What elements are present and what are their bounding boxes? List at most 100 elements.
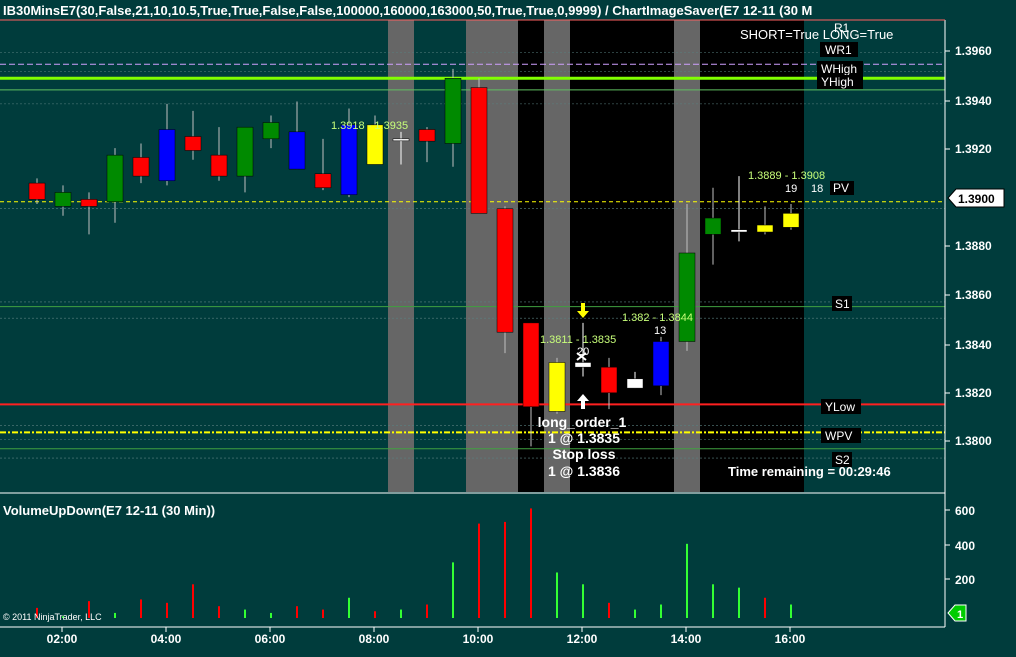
- copyright: © 2011 NinjaTrader, LLC: [3, 612, 102, 622]
- candle-body: [106, 154, 124, 202]
- candle-body: [132, 157, 150, 177]
- volume-bar: [348, 597, 350, 618]
- level-label-yhigh: YHigh: [821, 75, 854, 89]
- time-label: 08:00: [359, 632, 390, 646]
- volume-bar: [608, 602, 610, 618]
- candle-body: [184, 136, 202, 151]
- volume-bar: [556, 572, 558, 618]
- volume-bar: [478, 523, 480, 618]
- level-label-whigh: WHigh: [821, 62, 857, 76]
- price-label: 1.3820: [955, 386, 992, 400]
- volume-bar: [634, 609, 636, 618]
- candle-body: [678, 252, 696, 342]
- candle-body: [340, 124, 358, 195]
- volume-bar: [244, 609, 246, 618]
- volume-bar: [686, 543, 688, 618]
- time-label: 14:00: [671, 632, 702, 646]
- annotation-count-2: 13: [654, 325, 666, 337]
- annotation-range-4: 1.3889 - 1.3908: [748, 170, 825, 182]
- volume-bar: [426, 604, 428, 618]
- candle-body: [470, 87, 488, 214]
- candle-body: [548, 362, 566, 412]
- volume-bar: [218, 606, 220, 618]
- candle-body: [262, 122, 280, 140]
- volume-bar: [114, 612, 116, 618]
- volume-bar: [764, 597, 766, 618]
- candle-body: [210, 154, 228, 177]
- candle-body: [496, 208, 514, 333]
- level-label-wpv: WPV: [825, 429, 852, 443]
- current-price-label: 1.3900: [958, 192, 995, 206]
- time-label: 02:00: [47, 632, 78, 646]
- volume-bar: [452, 562, 454, 618]
- candle-body: [54, 192, 72, 207]
- chart-header-title: IB30MinsE7(30,False,21,10,10.5,True,True…: [3, 3, 812, 18]
- level-label-s1: S1: [835, 297, 850, 311]
- svg-text:1: 1: [957, 609, 963, 621]
- volume-bar: [738, 587, 740, 618]
- candle-body: [288, 131, 306, 170]
- candle-body: [574, 362, 592, 368]
- price-label: 1.3840: [955, 338, 992, 352]
- time-label: 16:00: [775, 632, 806, 646]
- volume-bar: [270, 612, 272, 618]
- price-label: 1.3800: [955, 434, 992, 448]
- level-label-ylow: YLow: [825, 400, 855, 414]
- volume-panel-title: VolumeUpDown(E7 12-11 (30 Min)): [3, 503, 215, 518]
- time-label: 06:00: [255, 632, 286, 646]
- volume-bar: [140, 599, 142, 618]
- time-band-1: [388, 20, 414, 492]
- price-label: 1.3880: [955, 239, 992, 253]
- time-label: 10:00: [463, 632, 494, 646]
- volume-bar: [504, 521, 506, 618]
- candle-body: [600, 366, 618, 394]
- annotation-range-3: 1.382 - 1.3844: [622, 312, 693, 324]
- candle-body: [652, 341, 670, 387]
- candle-body: [444, 77, 462, 144]
- price-label: 1.3860: [955, 288, 992, 302]
- time-label: 04:00: [151, 632, 182, 646]
- volume-label: 600: [955, 504, 975, 518]
- candle-body: [756, 224, 774, 233]
- candle-body: [782, 213, 800, 228]
- volume-bar: [374, 611, 376, 618]
- chart-canvas[interactable]: IB30MinsE7(30,False,21,10,10.5,True,True…: [0, 0, 1016, 657]
- price-label: 1.3960: [955, 44, 992, 58]
- volume-bar: [790, 604, 792, 618]
- signal-text: SHORT=True LONG=True: [740, 27, 893, 42]
- candle-body: [236, 126, 254, 177]
- order-price: 1 @ 1.3835: [548, 430, 620, 446]
- stop-loss-price: 1 @ 1.3836: [548, 463, 620, 479]
- level-label-r1: R1: [834, 21, 850, 35]
- candle-body: [392, 138, 410, 142]
- annotation-count-4: 18: [811, 183, 823, 195]
- stop-loss-label: Stop loss: [552, 446, 615, 462]
- price-label: 1.3940: [955, 94, 992, 108]
- volume-bar: [712, 584, 714, 618]
- candle-body: [418, 129, 436, 142]
- candle-body: [158, 129, 176, 182]
- level-label-pv: PV: [833, 181, 849, 195]
- candle-body: [28, 182, 46, 200]
- volume-bar: [192, 584, 194, 618]
- level-label-wr1: WR1: [825, 43, 852, 57]
- candle-body: [626, 378, 644, 389]
- candle-body: [730, 229, 748, 233]
- volume-bar: [166, 602, 168, 618]
- volume-label: 200: [955, 573, 975, 587]
- candle-body: [314, 173, 332, 189]
- time-remaining: Time remaining = 00:29:46: [728, 464, 891, 479]
- annotation-count-3: 19: [785, 183, 797, 195]
- current-price-marker: 1.3900: [947, 188, 1005, 208]
- volume-bar: [530, 508, 532, 618]
- candle-body: [522, 322, 540, 408]
- volume-bar: [322, 609, 324, 618]
- order-name: long_order_1: [538, 414, 627, 430]
- volume-label: 400: [955, 539, 975, 553]
- volume-bar: [582, 584, 584, 618]
- price-label: 1.3920: [955, 142, 992, 156]
- candle-body: [80, 199, 98, 207]
- time-label: 12:00: [567, 632, 598, 646]
- volume-bar: [296, 606, 298, 618]
- candle-body: [704, 217, 722, 235]
